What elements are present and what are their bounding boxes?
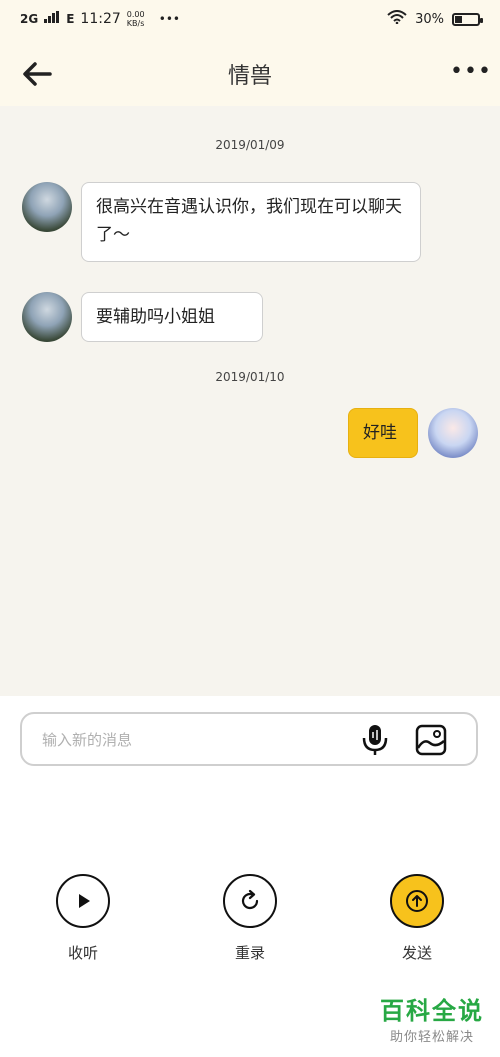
refresh-icon (241, 889, 259, 910)
watermark: 百科全说 助你轻松解决 (380, 991, 484, 1045)
microphone-icon (362, 725, 388, 755)
voice-button[interactable] (360, 724, 390, 756)
message-bubble-self[interactable]: 好哇 (348, 408, 418, 458)
recording-controls: 收听 重录 发送 百科全说 助你轻松解决 (0, 786, 500, 1057)
send-action: 发送 (377, 874, 457, 963)
date-separator: 2019/01/10 (215, 370, 285, 384)
battery-icon (452, 12, 483, 26)
date-separator: 2019/01/09 (215, 138, 285, 152)
chat-area[interactable]: 2019/01/09 很高兴在音遇认识你，我们现在可以聊天了～ 要辅助吗小姐姐 … (0, 106, 500, 696)
network-speed: 0.00 KB/s (126, 10, 145, 28)
more-options-button[interactable]: ••• (450, 58, 491, 88)
arrow-up-circle-icon (406, 890, 428, 912)
rerecord-label: 重录 (234, 944, 265, 962)
play-icon (79, 894, 90, 908)
image-icon (415, 724, 447, 756)
message-input[interactable] (40, 726, 344, 754)
watermark-title: 百科全说 (380, 997, 484, 1025)
status-bar: 2G E 11:27 0.00 KB/s ••• 30% (0, 0, 500, 40)
battery-fill (455, 15, 462, 23)
avatar[interactable] (22, 182, 72, 232)
avatar[interactable] (22, 292, 72, 342)
send-label: 发送 (401, 944, 432, 962)
rerecord-button[interactable] (223, 874, 277, 928)
rerecord-action: 重录 (210, 874, 290, 963)
wifi-icon (387, 10, 407, 28)
chat-header: 情兽 ••• (0, 40, 500, 106)
message-bubble[interactable]: 要辅助吗小姐姐 (81, 292, 263, 342)
send-button[interactable] (390, 874, 444, 928)
page-title: 情兽 (227, 64, 272, 89)
battery-percent: 30% (415, 11, 444, 27)
signal-icon (44, 11, 60, 27)
clock: 11:27 (80, 11, 121, 27)
network-type: 2G (20, 12, 39, 26)
image-button[interactable] (414, 723, 448, 757)
listen-label: 收听 (67, 944, 98, 962)
message-bubble[interactable]: 很高兴在音遇认识你，我们现在可以聊天了～ (81, 182, 421, 262)
avatar-self[interactable] (428, 408, 478, 458)
network-type-secondary: E (66, 12, 75, 26)
watermark-subtitle: 助你轻松解决 (389, 1030, 474, 1045)
play-button[interactable] (56, 874, 110, 928)
listen-action: 收听 (43, 874, 123, 963)
message-input-box (20, 712, 478, 766)
composer (0, 696, 500, 787)
more-notifications-icon: ••• (158, 12, 180, 26)
